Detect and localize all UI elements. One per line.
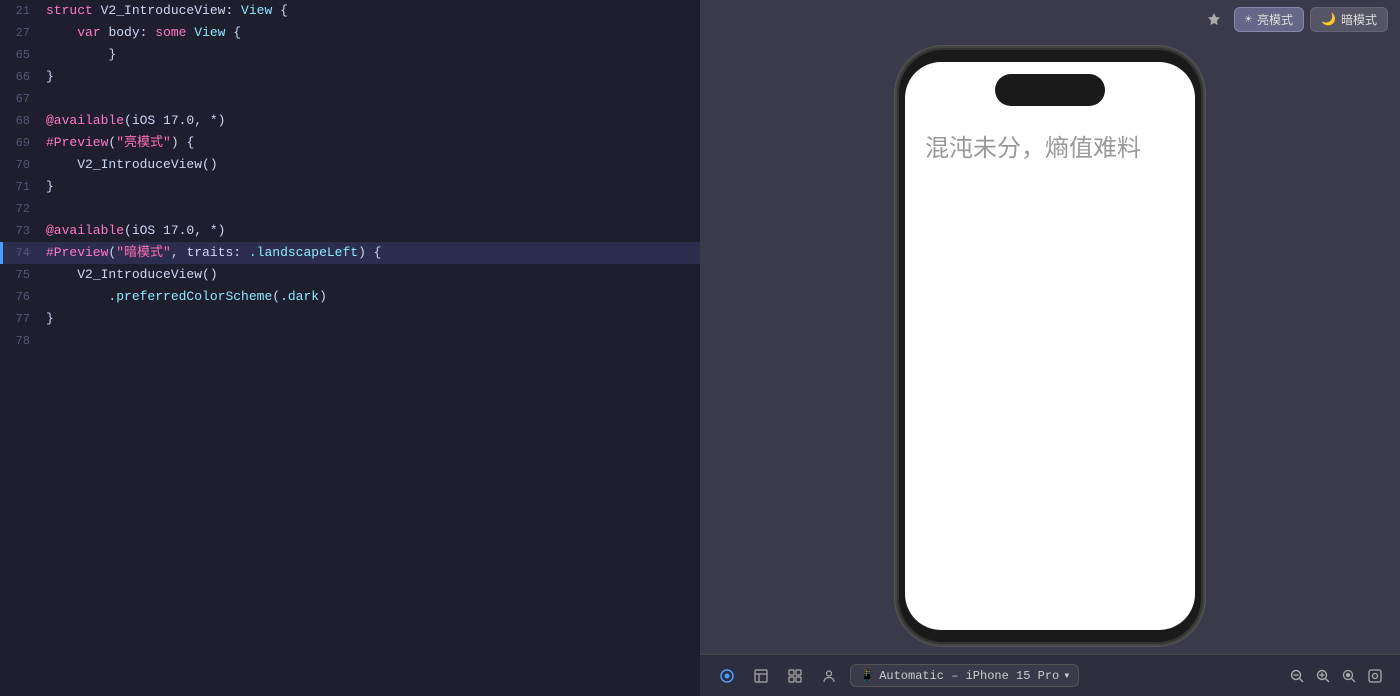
code-text: var body: some View {	[42, 22, 241, 44]
code-text: }	[42, 308, 54, 330]
code-line-66: 66}	[0, 66, 700, 88]
code-text: }	[42, 176, 54, 198]
line-number: 74	[0, 242, 42, 264]
zoom-in-button[interactable]	[1312, 665, 1334, 687]
code-text: #Preview("亮模式") {	[42, 132, 194, 154]
iphone-mockup: 混沌未分，熵值难料	[895, 46, 1205, 646]
line-number: 73	[0, 220, 42, 242]
line-number: 76	[0, 286, 42, 308]
line-number: 69	[0, 132, 42, 154]
code-editor: 21struct V2_IntroduceView: View {27 var …	[0, 0, 700, 696]
code-text: V2_IntroduceView()	[42, 154, 218, 176]
line-number: 77	[0, 308, 42, 330]
sun-icon: ☀	[1245, 12, 1252, 27]
device-selector-button[interactable]: 📱 Automatic – iPhone 15 Pro ▾	[850, 664, 1079, 687]
code-line-72: 72	[0, 198, 700, 220]
person-button[interactable]	[816, 665, 842, 687]
line-number: 65	[0, 44, 42, 66]
dropdown-arrow-icon: ▾	[1063, 668, 1070, 683]
line-number: 72	[0, 198, 42, 220]
code-line-73: 73@available(iOS 17.0, *)	[0, 220, 700, 242]
line-number: 68	[0, 110, 42, 132]
iphone-screen: 混沌未分，熵值难料	[905, 62, 1195, 630]
device-icon: 📱	[859, 668, 875, 683]
dark-mode-button[interactable]: 🌙 暗模式	[1310, 7, 1388, 32]
zoom-out-button[interactable]	[1286, 665, 1308, 687]
play-button[interactable]	[714, 665, 740, 687]
line-number: 78	[0, 330, 42, 352]
preview-bottom-toolbar: 📱 Automatic – iPhone 15 Pro ▾	[700, 654, 1400, 696]
code-line-69: 69#Preview("亮模式") {	[0, 132, 700, 154]
line-number: 70	[0, 154, 42, 176]
light-mode-button[interactable]: ☀ 亮模式	[1234, 7, 1304, 32]
code-line-67: 67	[0, 88, 700, 110]
code-line-27: 27 var body: some View {	[0, 22, 700, 44]
code-text: #Preview("暗模式", traits: .landscapeLeft) …	[42, 242, 381, 264]
preview-content-text: 混沌未分，熵值难料	[925, 132, 1175, 166]
bottom-right-tools	[1286, 665, 1386, 687]
preview-toolbar: ☀ 亮模式 🌙 暗模式	[700, 0, 1400, 38]
light-mode-label: 亮模式	[1257, 11, 1293, 28]
code-text: struct V2_IntroduceView: View {	[42, 0, 288, 22]
grid-button[interactable]	[782, 665, 808, 687]
line-number: 67	[0, 88, 42, 110]
code-text: }	[42, 44, 116, 66]
code-line-78: 78	[0, 330, 700, 352]
code-text: .preferredColorScheme(.dark)	[42, 286, 327, 308]
code-line-21: 21struct V2_IntroduceView: View {	[0, 0, 700, 22]
iphone-notch	[995, 74, 1105, 106]
code-line-76: 76 .preferredColorScheme(.dark)	[0, 286, 700, 308]
iphone-content: 混沌未分，熵值难料	[905, 62, 1195, 630]
line-number: 21	[0, 0, 42, 22]
code-line-77: 77}	[0, 308, 700, 330]
line-number: 71	[0, 176, 42, 198]
line-number: 27	[0, 22, 42, 44]
dark-mode-label: 暗模式	[1341, 11, 1377, 28]
preview-panel: ☀ 亮模式 🌙 暗模式 混沌未分，熵值难料	[700, 0, 1400, 696]
inspect-button[interactable]	[748, 665, 774, 687]
code-text: V2_IntroduceView()	[42, 264, 218, 286]
zoom-reset-button[interactable]	[1364, 665, 1386, 687]
line-number: 75	[0, 264, 42, 286]
zoom-fit-button[interactable]	[1338, 665, 1360, 687]
code-line-70: 70 V2_IntroduceView()	[0, 154, 700, 176]
line-number: 66	[0, 66, 42, 88]
selected-line-indicator	[0, 242, 3, 264]
preview-area: 混沌未分，熵值难料	[700, 38, 1400, 654]
code-text: @available(iOS 17.0, *)	[42, 220, 225, 242]
code-line-71: 71}	[0, 176, 700, 198]
code-line-75: 75 V2_IntroduceView()	[0, 264, 700, 286]
code-lines: 21struct V2_IntroduceView: View {27 var …	[0, 0, 700, 696]
code-line-74: 74#Preview("暗模式", traits: .landscapeLeft…	[0, 242, 700, 264]
code-line-68: 68@available(iOS 17.0, *)	[0, 110, 700, 132]
moon-icon: 🌙	[1321, 12, 1336, 27]
code-text: @available(iOS 17.0, *)	[42, 110, 225, 132]
code-text: }	[42, 66, 54, 88]
bottom-left-tools: 📱 Automatic – iPhone 15 Pro ▾	[714, 664, 1079, 687]
code-line-65: 65 }	[0, 44, 700, 66]
pin-button[interactable]	[1200, 8, 1228, 30]
device-label: Automatic – iPhone 15 Pro	[879, 669, 1059, 683]
